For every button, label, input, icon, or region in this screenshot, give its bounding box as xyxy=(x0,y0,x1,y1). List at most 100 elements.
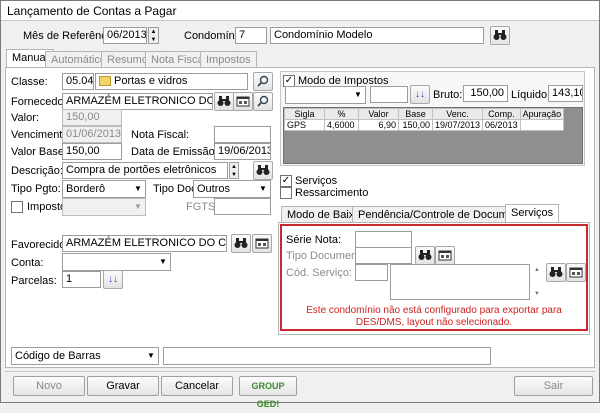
table-cell: 4,6000 xyxy=(324,119,359,131)
codigo-barras-input[interactable] xyxy=(163,347,491,365)
impostos-table: Sigla % Valor Base Venc. Comp. Apuração … xyxy=(284,108,565,131)
tipo-doc-select[interactable]: Outros ▼ xyxy=(193,180,271,198)
chevron-down-icon: ▼ xyxy=(159,257,167,266)
liquido-label: Líquido: xyxy=(511,89,551,101)
cod-servico-input[interactable] xyxy=(355,264,388,281)
register-icon[interactable] xyxy=(435,246,455,265)
codigo-barras-value: Código de Barras xyxy=(15,350,101,362)
tipo-pgto-select[interactable]: Borderô ▼ xyxy=(62,180,146,198)
binoculars-icon[interactable] xyxy=(415,246,435,265)
tipo-doc-value: Outros xyxy=(197,183,231,195)
descricao-label: Descrição: xyxy=(11,165,63,177)
serie-nota-input[interactable] xyxy=(355,231,412,248)
arrows-down-icon[interactable]: ↓↓ xyxy=(103,270,123,289)
table-cell xyxy=(519,119,565,131)
descricao-input[interactable]: Compra de portões eletrônicos xyxy=(62,162,228,179)
parcelas-label: Parcelas: xyxy=(11,275,57,287)
condominio-code-input[interactable]: 7 xyxy=(235,27,267,44)
ressarcimento-checkbox[interactable] xyxy=(280,187,292,199)
descricao-spinner[interactable]: ▲ ▼ xyxy=(229,162,239,179)
table-cell: 06/2013 xyxy=(482,119,521,131)
description-scroll[interactable]: ▲ ▼ xyxy=(532,264,542,300)
chevron-down-icon: ▼ xyxy=(134,202,142,211)
table-cell: 19/07/2013 xyxy=(431,119,484,131)
favorecido-label: Favorecido: xyxy=(11,239,69,251)
cod-servico-label: Cód. Serviço: xyxy=(286,267,353,279)
gravar-button[interactable]: Gravar xyxy=(87,376,159,396)
table-cell: 150,00 xyxy=(398,119,433,131)
register-icon[interactable] xyxy=(566,263,586,282)
tab-impostos[interactable]: Impostos xyxy=(200,51,257,68)
cancelar-button[interactable]: Cancelar xyxy=(161,376,233,396)
nota-fiscal-input[interactable] xyxy=(214,126,271,143)
ressarcimento-label: Ressarcimento xyxy=(295,187,369,199)
footer-divider xyxy=(5,371,595,372)
binoculars-icon[interactable] xyxy=(214,92,234,111)
tab-servicos[interactable]: Serviços xyxy=(505,204,560,223)
search-icon[interactable] xyxy=(253,92,273,111)
classe-name: Portas e vidros xyxy=(114,75,188,87)
bruto-label: Bruto: xyxy=(433,89,463,101)
impostos-select[interactable]: ▼ xyxy=(285,86,366,104)
main-window: Lançamento de Contas a Pagar Mês de Refe… xyxy=(0,0,600,409)
impostos-input[interactable] xyxy=(370,86,408,103)
register-icon[interactable] xyxy=(252,234,272,253)
arrows-down-icon[interactable]: ↓↓ xyxy=(410,85,430,104)
valor-input[interactable]: 150,00 xyxy=(62,109,122,126)
chevron-down-icon: ▼ xyxy=(259,184,267,193)
sair-button[interactable]: Sair xyxy=(514,376,593,396)
nota-fiscal-label: Nota Fiscal: xyxy=(131,129,190,141)
column-header: Sigla xyxy=(284,108,325,120)
fgts-input[interactable] xyxy=(214,198,271,215)
bruto-input[interactable]: 150,00 xyxy=(463,85,508,102)
chevron-down-icon: ▼ xyxy=(147,351,155,360)
chevron-down-icon: ▼ xyxy=(134,184,142,193)
register-icon[interactable] xyxy=(233,92,253,111)
conta-label: Conta: xyxy=(11,257,44,269)
favorecido-input[interactable]: ARMAZÉM ELETRONICO DO CICERO xyxy=(62,235,227,252)
table-header-row: Sigla % Valor Base Venc. Comp. Apuração xyxy=(284,108,565,120)
mes-referencia-input[interactable]: 06/2013 xyxy=(103,27,147,44)
column-header: Valor xyxy=(358,108,399,120)
group-ged-button[interactable]: GROUP GED! xyxy=(239,376,297,409)
servico-description-box[interactable] xyxy=(390,264,530,300)
column-header: Comp. xyxy=(482,108,521,120)
imposto-label: Imposto xyxy=(27,201,67,213)
table-cell: 6,90 xyxy=(358,119,399,131)
parcelas-input[interactable]: 1 xyxy=(62,271,101,288)
valor-base-label: Valor Base: xyxy=(11,146,68,158)
classe-label: Classe: xyxy=(11,76,48,88)
column-header: Venc. xyxy=(431,108,484,120)
table-row[interactable]: GPS 4,6000 6,90 150,00 19/07/2013 06/201… xyxy=(284,119,565,131)
mes-spinner[interactable]: ▲ ▼ xyxy=(148,27,159,44)
liquido-input[interactable]: 143,10 xyxy=(548,85,583,102)
valor-label: Valor: xyxy=(11,112,39,124)
novo-button[interactable]: Novo xyxy=(13,376,85,396)
tipo-documento-input[interactable] xyxy=(355,247,412,264)
servicos-checkbox[interactable]: ✓ xyxy=(280,175,292,187)
valor-base-input[interactable]: 150,00 xyxy=(62,143,122,160)
table-cell: GPS xyxy=(284,119,325,131)
search-icon[interactable] xyxy=(253,72,273,91)
binoculars-icon[interactable] xyxy=(490,26,510,45)
classe-name-input[interactable]: Portas e vidros xyxy=(95,73,248,90)
title-bar: Lançamento de Contas a Pagar xyxy=(1,1,599,21)
fornecedor-input[interactable]: ARMAZÉM ELETRONICO DO CICERO xyxy=(62,93,213,110)
data-emissao-input[interactable]: 19/06/2013 xyxy=(214,143,271,160)
classe-code-input[interactable]: 05.04 xyxy=(62,73,94,90)
binoculars-icon[interactable] xyxy=(253,161,273,180)
window-title: Lançamento de Contas a Pagar xyxy=(7,4,177,18)
codigo-barras-select[interactable]: Código de Barras ▼ xyxy=(11,347,159,365)
vencimento-input[interactable]: 01/06/2013 xyxy=(62,126,122,143)
imposto-checkbox[interactable] xyxy=(11,201,23,213)
serie-nota-label: Série Nota: xyxy=(286,234,342,246)
column-header: Apuração xyxy=(519,108,565,120)
imposto-select[interactable]: ▼ xyxy=(62,198,146,216)
conta-select[interactable]: ▼ xyxy=(62,253,171,271)
chevron-down-icon: ▼ xyxy=(354,90,362,99)
tipo-pgto-value: Borderô xyxy=(66,183,106,195)
binoculars-icon[interactable] xyxy=(546,263,566,282)
binoculars-icon[interactable] xyxy=(231,234,251,253)
condominio-name-input[interactable]: Condomínio Modelo xyxy=(270,27,484,44)
column-header: % xyxy=(324,108,359,120)
